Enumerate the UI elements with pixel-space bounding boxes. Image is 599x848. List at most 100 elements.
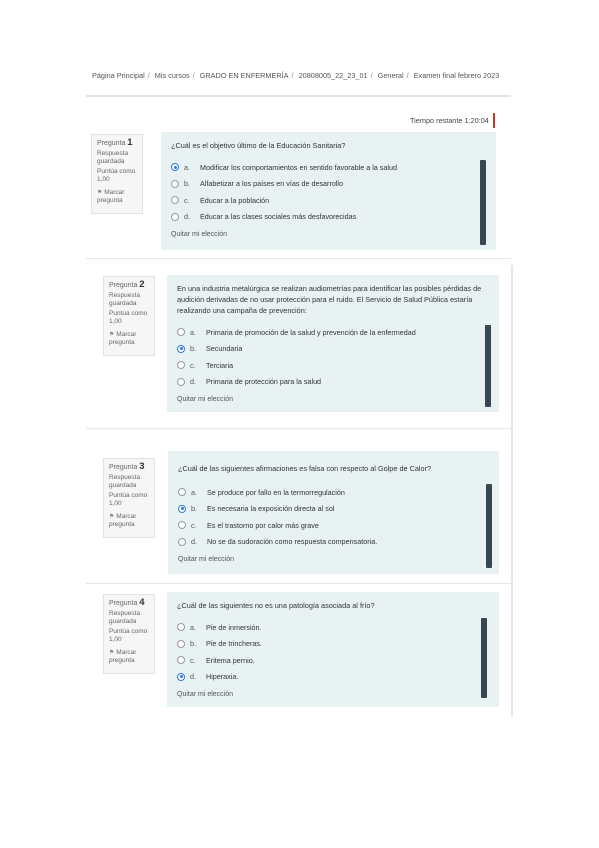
radio-button[interactable] [171,179,179,188]
breadcrumb-item[interactable]: Página Principal [92,71,145,80]
answer-option[interactable]: c. Educar a la población [171,192,486,209]
breadcrumb-item[interactable]: GRADO EN ENFERMERÍA [200,71,289,80]
flag-label: Marcar pregunta [109,649,137,664]
flag-question[interactable]: ⚑ Marcar pregunta [109,331,149,347]
question-number: 2 [139,279,145,290]
answer-option[interactable]: d. Hiperaxia. [177,669,489,686]
answer-letter: c. [184,195,190,205]
answer-text: Alfabetizar a los países en vías de desa… [200,179,344,189]
question-score: Puntúa como 1,00 [109,310,148,325]
radio-button[interactable] [171,212,179,221]
question-score: Puntúa como 1,00 [109,628,148,643]
answer-option[interactable]: c. Es el trastorno por calor más grave [178,517,489,534]
answer-option[interactable]: d. No se da sudoración como respuesta com… [178,534,489,551]
question-content: En una industria metalúrgica se realizan… [167,275,499,412]
question-content: ¿Cuál es el objetivo último de la Educac… [161,132,496,250]
answer-text: Pie de trincheras. [206,639,262,649]
radio-button[interactable] [178,537,186,546]
answer-option[interactable]: d. Educar a las clases sociales más desfa… [171,209,486,226]
answer-letter: b. [190,344,196,354]
answer-text: Modificar los comportamientos en sentido… [200,162,397,172]
answer-option[interactable]: b. Es necesaria la exposición directa al … [178,501,489,518]
radio-button[interactable] [177,328,185,337]
clear-choice-link[interactable]: Quitar mi elección [171,231,486,238]
answer-text: Es el trastorno por calor más grave [207,520,319,530]
answer-option[interactable]: c. Terciaria [177,357,489,374]
answer-text: Educar a las clases sociales más desfavo… [200,212,357,222]
question-info: Pregunta 1 Respuesta guardada Puntúa com… [91,134,143,214]
question-number: 1 [127,137,133,148]
radio-button[interactable] [177,623,185,632]
answer-option[interactable]: c. Eritema pernio. [177,652,489,669]
radio-button[interactable] [177,377,185,386]
top-divider [86,95,511,97]
answer-option[interactable]: a. Pie de inmersión. [177,619,489,636]
radio-button[interactable] [178,521,186,530]
question-label: Pregunta [109,600,138,607]
answer-option[interactable]: a. Se produce por fallo en la termorregul… [178,484,489,501]
answer-text: Primaria de protección para la salud [206,377,322,387]
scrollbar[interactable] [480,160,486,245]
breadcrumb-item[interactable]: General [378,71,404,80]
radio-button[interactable] [177,672,185,681]
question-label: Pregunta [97,140,126,147]
clear-choice-link[interactable]: Quitar mi elección [177,396,489,403]
question-number: 3 [139,461,145,472]
answer-letter: b. [191,504,197,514]
answer-text: Eritema pernio. [206,655,255,665]
radio-button[interactable] [177,639,185,648]
answer-letter: d. [184,212,190,222]
answer-text: Es necesaria la exposición directa al so… [207,504,335,514]
question-status: Respuesta guardada [109,610,141,625]
flag-label: Marcar pregunta [109,513,137,528]
answer-text: Se produce por fallo en la termorregulac… [207,487,345,497]
answer-option[interactable]: d. Primaria de protección para la salud [177,374,489,391]
scrollbar[interactable] [481,618,487,698]
answer-option[interactable]: a. Modificar los comportamientos en senti… [171,159,486,176]
clear-choice-link[interactable]: Quitar mi elección [178,556,489,563]
flag-question[interactable]: ⚑ Marcar pregunta [109,513,149,529]
answer-letter: b. [184,179,190,189]
question-text: ¿Cuál de las siguientes no es una patolo… [177,601,375,610]
question-info: Pregunta 3 Respuesta guardada Puntúa com… [103,458,155,538]
radio-button[interactable] [178,488,186,497]
answer-list: a. Se produce por fallo en la termorregul… [178,484,489,550]
answer-option[interactable]: b. Pie de trincheras. [177,636,489,653]
question-content: ¿Cuál de las siguientes no es una patolo… [167,592,499,707]
flag-question[interactable]: ⚑ Marcar pregunta [97,189,137,205]
section-divider [86,428,511,429]
right-edge-line [511,265,513,717]
radio-button[interactable] [177,361,185,370]
answer-text: Hiperaxia. [206,672,239,682]
section-divider [86,258,511,259]
timer-label: Tiempo restante [410,116,463,125]
answer-letter: a. [184,162,190,172]
question-info: Pregunta 4 Respuesta guardada Puntúa com… [103,594,155,674]
timer: Tiempo restante 1:20:04 [410,113,495,128]
answer-option[interactable]: a. Primaria de promoción de la salud y pr… [177,324,489,341]
breadcrumb-item[interactable]: 20808005_22_23_01 [299,71,368,80]
breadcrumb-item[interactable]: Mis cursos [155,71,190,80]
question-status: Respuesta guardada [109,292,141,307]
answer-option[interactable]: b. Secundaria [177,341,489,358]
radio-button[interactable] [177,344,185,353]
radio-button[interactable] [178,504,186,513]
question-content: ¿Cuál de las siguientes afirmaciones es … [168,451,499,574]
scrollbar[interactable] [486,484,492,568]
answer-text: Primaria de promoción de la salud y prev… [206,327,416,337]
flag-icon: ⚑ [97,190,103,196]
answer-list: a. Pie de inmersión. b. Pie de trincheras.… [177,619,489,685]
flag-question[interactable]: ⚑ Marcar pregunta [109,649,149,665]
question-score: Puntúa como 1,00 [109,492,148,507]
answer-letter: c. [190,655,196,665]
radio-button[interactable] [177,656,185,665]
flag-icon: ⚑ [109,650,115,656]
clear-choice-link[interactable]: Quitar mi elección [177,691,489,698]
radio-button[interactable] [171,196,179,205]
scrollbar[interactable] [485,325,491,407]
answer-option[interactable]: b. Alfabetizar a los países en vías de de… [171,176,486,193]
breadcrumb-item[interactable]: Examen final febrero 2023 [414,71,500,80]
radio-button[interactable] [171,163,179,172]
answer-letter: c. [191,520,197,530]
question-text: En una industria metalúrgica se realizan… [177,284,482,315]
